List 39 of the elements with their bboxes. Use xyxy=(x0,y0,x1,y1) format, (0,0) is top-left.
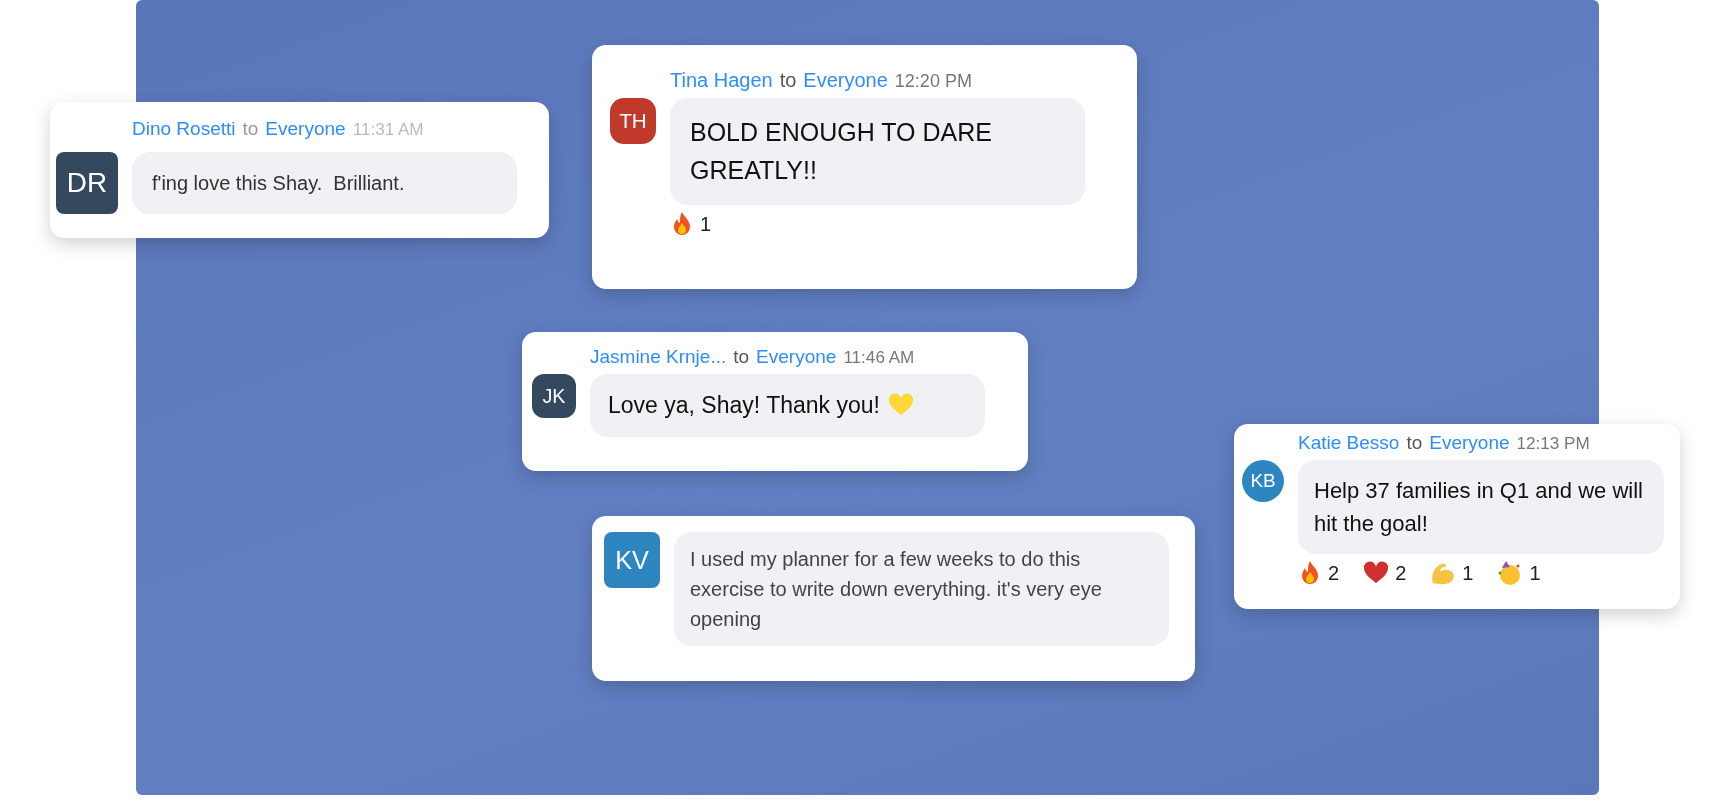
to-label: to xyxy=(733,346,750,368)
reaction-chip[interactable]: 1 xyxy=(1497,560,1541,586)
to-label: to xyxy=(779,69,797,92)
sender-name: Tina Hagen xyxy=(670,69,773,92)
reaction-chip[interactable]: 2 xyxy=(1298,560,1340,586)
avatar: TH xyxy=(610,98,656,144)
avatar: KV xyxy=(604,532,660,588)
message-text: Help 37 families in Q1 and we will hit the goal! xyxy=(1314,477,1644,538)
reaction-count: 1 xyxy=(1529,561,1541,585)
message-time: 12:20 PM xyxy=(894,71,972,92)
recipient-name: Everyone xyxy=(265,118,346,140)
message-text: Love ya, Shay! Thank you! xyxy=(608,391,880,420)
avatar: KB xyxy=(1242,460,1284,502)
recipient-name: Everyone xyxy=(756,346,837,368)
reaction-chip[interactable]: 1 xyxy=(1430,560,1474,586)
sender-name: Dino Rosetti xyxy=(132,118,236,140)
avatar: DR xyxy=(56,152,118,214)
message-text: I used my planner for a few weeks to do this exercise to write down everything. it's very eye opening xyxy=(690,547,1103,632)
message-time: 11:31 AM xyxy=(352,120,424,140)
sender-name: Jasmine Krnje... xyxy=(590,346,727,368)
reaction-count: 1 xyxy=(1462,561,1474,585)
heart-icon xyxy=(887,393,914,418)
avatar: JK xyxy=(532,374,576,418)
message-text: f'ing love this Shay. Brilliant. xyxy=(152,171,405,196)
message-time: 11:46 AM xyxy=(843,348,915,368)
recipient-name: Everyone xyxy=(803,69,888,92)
sender-name: Katie Besso xyxy=(1298,432,1400,454)
message-text: BOLD ENOUGH TO DARE GREATLY!! xyxy=(690,117,993,186)
reaction-count: 2 xyxy=(1328,561,1340,585)
reaction-count: 2 xyxy=(1395,561,1407,585)
heart-icon xyxy=(1363,561,1390,585)
flexed-arm-icon xyxy=(1430,561,1457,585)
to-label: to xyxy=(1406,432,1423,454)
message-time: 12:13 PM xyxy=(1516,434,1590,454)
reaction-chip[interactable]: 2 xyxy=(1363,560,1407,586)
reaction-chip[interactable]: 1 xyxy=(670,211,712,237)
to-label: to xyxy=(242,118,259,140)
recipient-name: Everyone xyxy=(1429,432,1510,454)
reaction-count: 1 xyxy=(700,212,712,236)
